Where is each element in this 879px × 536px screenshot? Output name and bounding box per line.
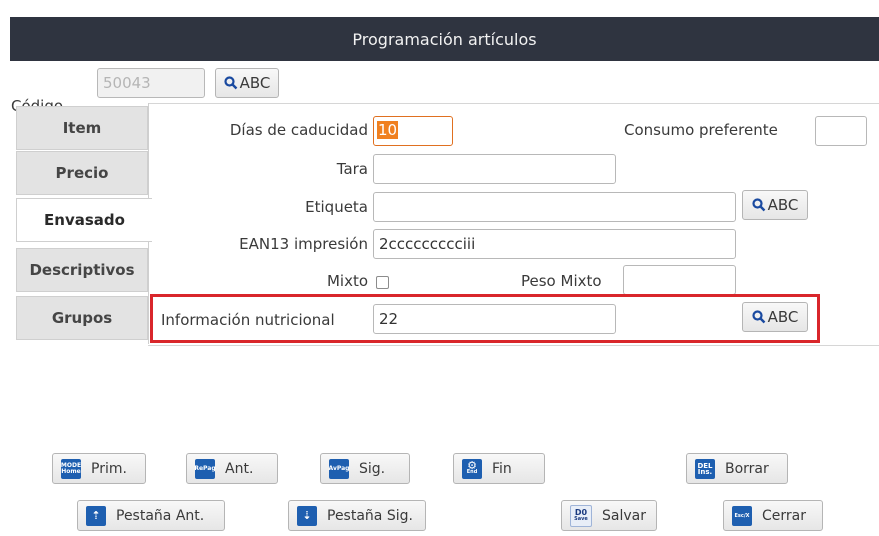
info-nutricional-label: Información nutricional bbox=[161, 311, 335, 329]
tab-grupos[interactable]: Grupos bbox=[16, 296, 148, 340]
search-icon bbox=[224, 76, 237, 90]
cerrar-label: Cerrar bbox=[762, 507, 806, 524]
etiqueta-search-label: ABC bbox=[767, 196, 799, 214]
sig-label: Sig. bbox=[359, 460, 386, 477]
consumo-preferente-input[interactable] bbox=[815, 116, 867, 146]
codigo-search-button[interactable]: ABC bbox=[215, 68, 279, 98]
info-nutricional-search-label: ABC bbox=[767, 308, 799, 326]
ant-button[interactable]: RePag Ant. bbox=[186, 453, 278, 484]
sig-button[interactable]: AvPag Sig. bbox=[320, 453, 410, 484]
mixto-label: Mixto bbox=[326, 272, 368, 290]
repag-key-icon: RePag bbox=[194, 458, 216, 479]
salvar-button[interactable]: D0 Save Salvar bbox=[561, 500, 657, 531]
salvar-label: Salvar bbox=[602, 507, 646, 524]
codigo-search-label: ABC bbox=[239, 74, 271, 92]
etiqueta-label: Etiqueta bbox=[305, 198, 368, 216]
tab-up-icon: ⇡ bbox=[86, 505, 106, 526]
tara-label: Tara bbox=[336, 160, 368, 178]
ant-label: Ant. bbox=[225, 460, 254, 477]
tab-down-icon: ⇣ bbox=[297, 505, 317, 526]
pestana-ant-label: Pestaña Ant. bbox=[116, 507, 205, 524]
etiqueta-search-button[interactable]: ABC bbox=[742, 190, 808, 220]
borrar-button[interactable]: DEL Ins. Borrar bbox=[686, 453, 788, 484]
search-icon bbox=[752, 310, 765, 324]
prim-button[interactable]: MODE Home Prim. bbox=[52, 453, 146, 484]
pestana-ant-button[interactable]: ⇡ Pestaña Ant. bbox=[77, 500, 225, 531]
pestana-sig-button[interactable]: ⇣ Pestaña Sig. bbox=[288, 500, 426, 531]
dias-caducidad-label: Días de caducidad bbox=[229, 121, 368, 139]
codigo-input[interactable]: 50043 bbox=[97, 68, 205, 98]
mode-home-key-icon: MODE Home bbox=[61, 458, 81, 479]
avpag-key-icon: AvPag bbox=[329, 458, 349, 479]
mixto-checkbox[interactable] bbox=[376, 276, 389, 289]
etiqueta-input[interactable] bbox=[373, 192, 736, 222]
tab-precio[interactable]: Precio bbox=[16, 151, 148, 195]
dias-caducidad-input[interactable]: 10 bbox=[373, 116, 453, 146]
borrar-label: Borrar bbox=[725, 460, 769, 477]
window-title-bar: Programación artículos bbox=[10, 17, 879, 61]
del-ins-key-icon: DEL Ins. bbox=[695, 458, 715, 479]
escape-key-icon: Esc/X bbox=[732, 505, 752, 526]
peso-mixto-input[interactable] bbox=[623, 265, 736, 295]
tab-descriptivos[interactable]: Descriptivos bbox=[16, 248, 148, 292]
peso-mixto-label: Peso Mixto bbox=[521, 272, 602, 290]
dias-caducidad-value: 10 bbox=[377, 121, 399, 139]
pestana-sig-label: Pestaña Sig. bbox=[327, 507, 413, 524]
window-title: Programación artículos bbox=[352, 29, 537, 49]
ean13-label: EAN13 impresión bbox=[239, 235, 368, 253]
info-nutricional-input[interactable]: 22 bbox=[373, 304, 616, 334]
prim-label: Prim. bbox=[91, 460, 127, 477]
tab-envasado[interactable]: Envasado bbox=[16, 198, 152, 242]
tara-input[interactable] bbox=[373, 154, 616, 184]
end-key-icon: ⚙ End bbox=[462, 458, 482, 479]
fin-button[interactable]: ⚙ End Fin bbox=[453, 453, 545, 484]
ean13-input[interactable]: 2ccccccccciii bbox=[373, 229, 736, 259]
save-key-icon: D0 Save bbox=[570, 504, 592, 527]
search-icon bbox=[752, 198, 765, 212]
consumo-preferente-label: Consumo preferente bbox=[624, 121, 778, 139]
fin-label: Fin bbox=[492, 460, 512, 477]
info-nutricional-search-button[interactable]: ABC bbox=[742, 302, 808, 332]
tab-item[interactable]: Item bbox=[16, 106, 148, 150]
cerrar-button[interactable]: Esc/X Cerrar bbox=[723, 500, 823, 531]
